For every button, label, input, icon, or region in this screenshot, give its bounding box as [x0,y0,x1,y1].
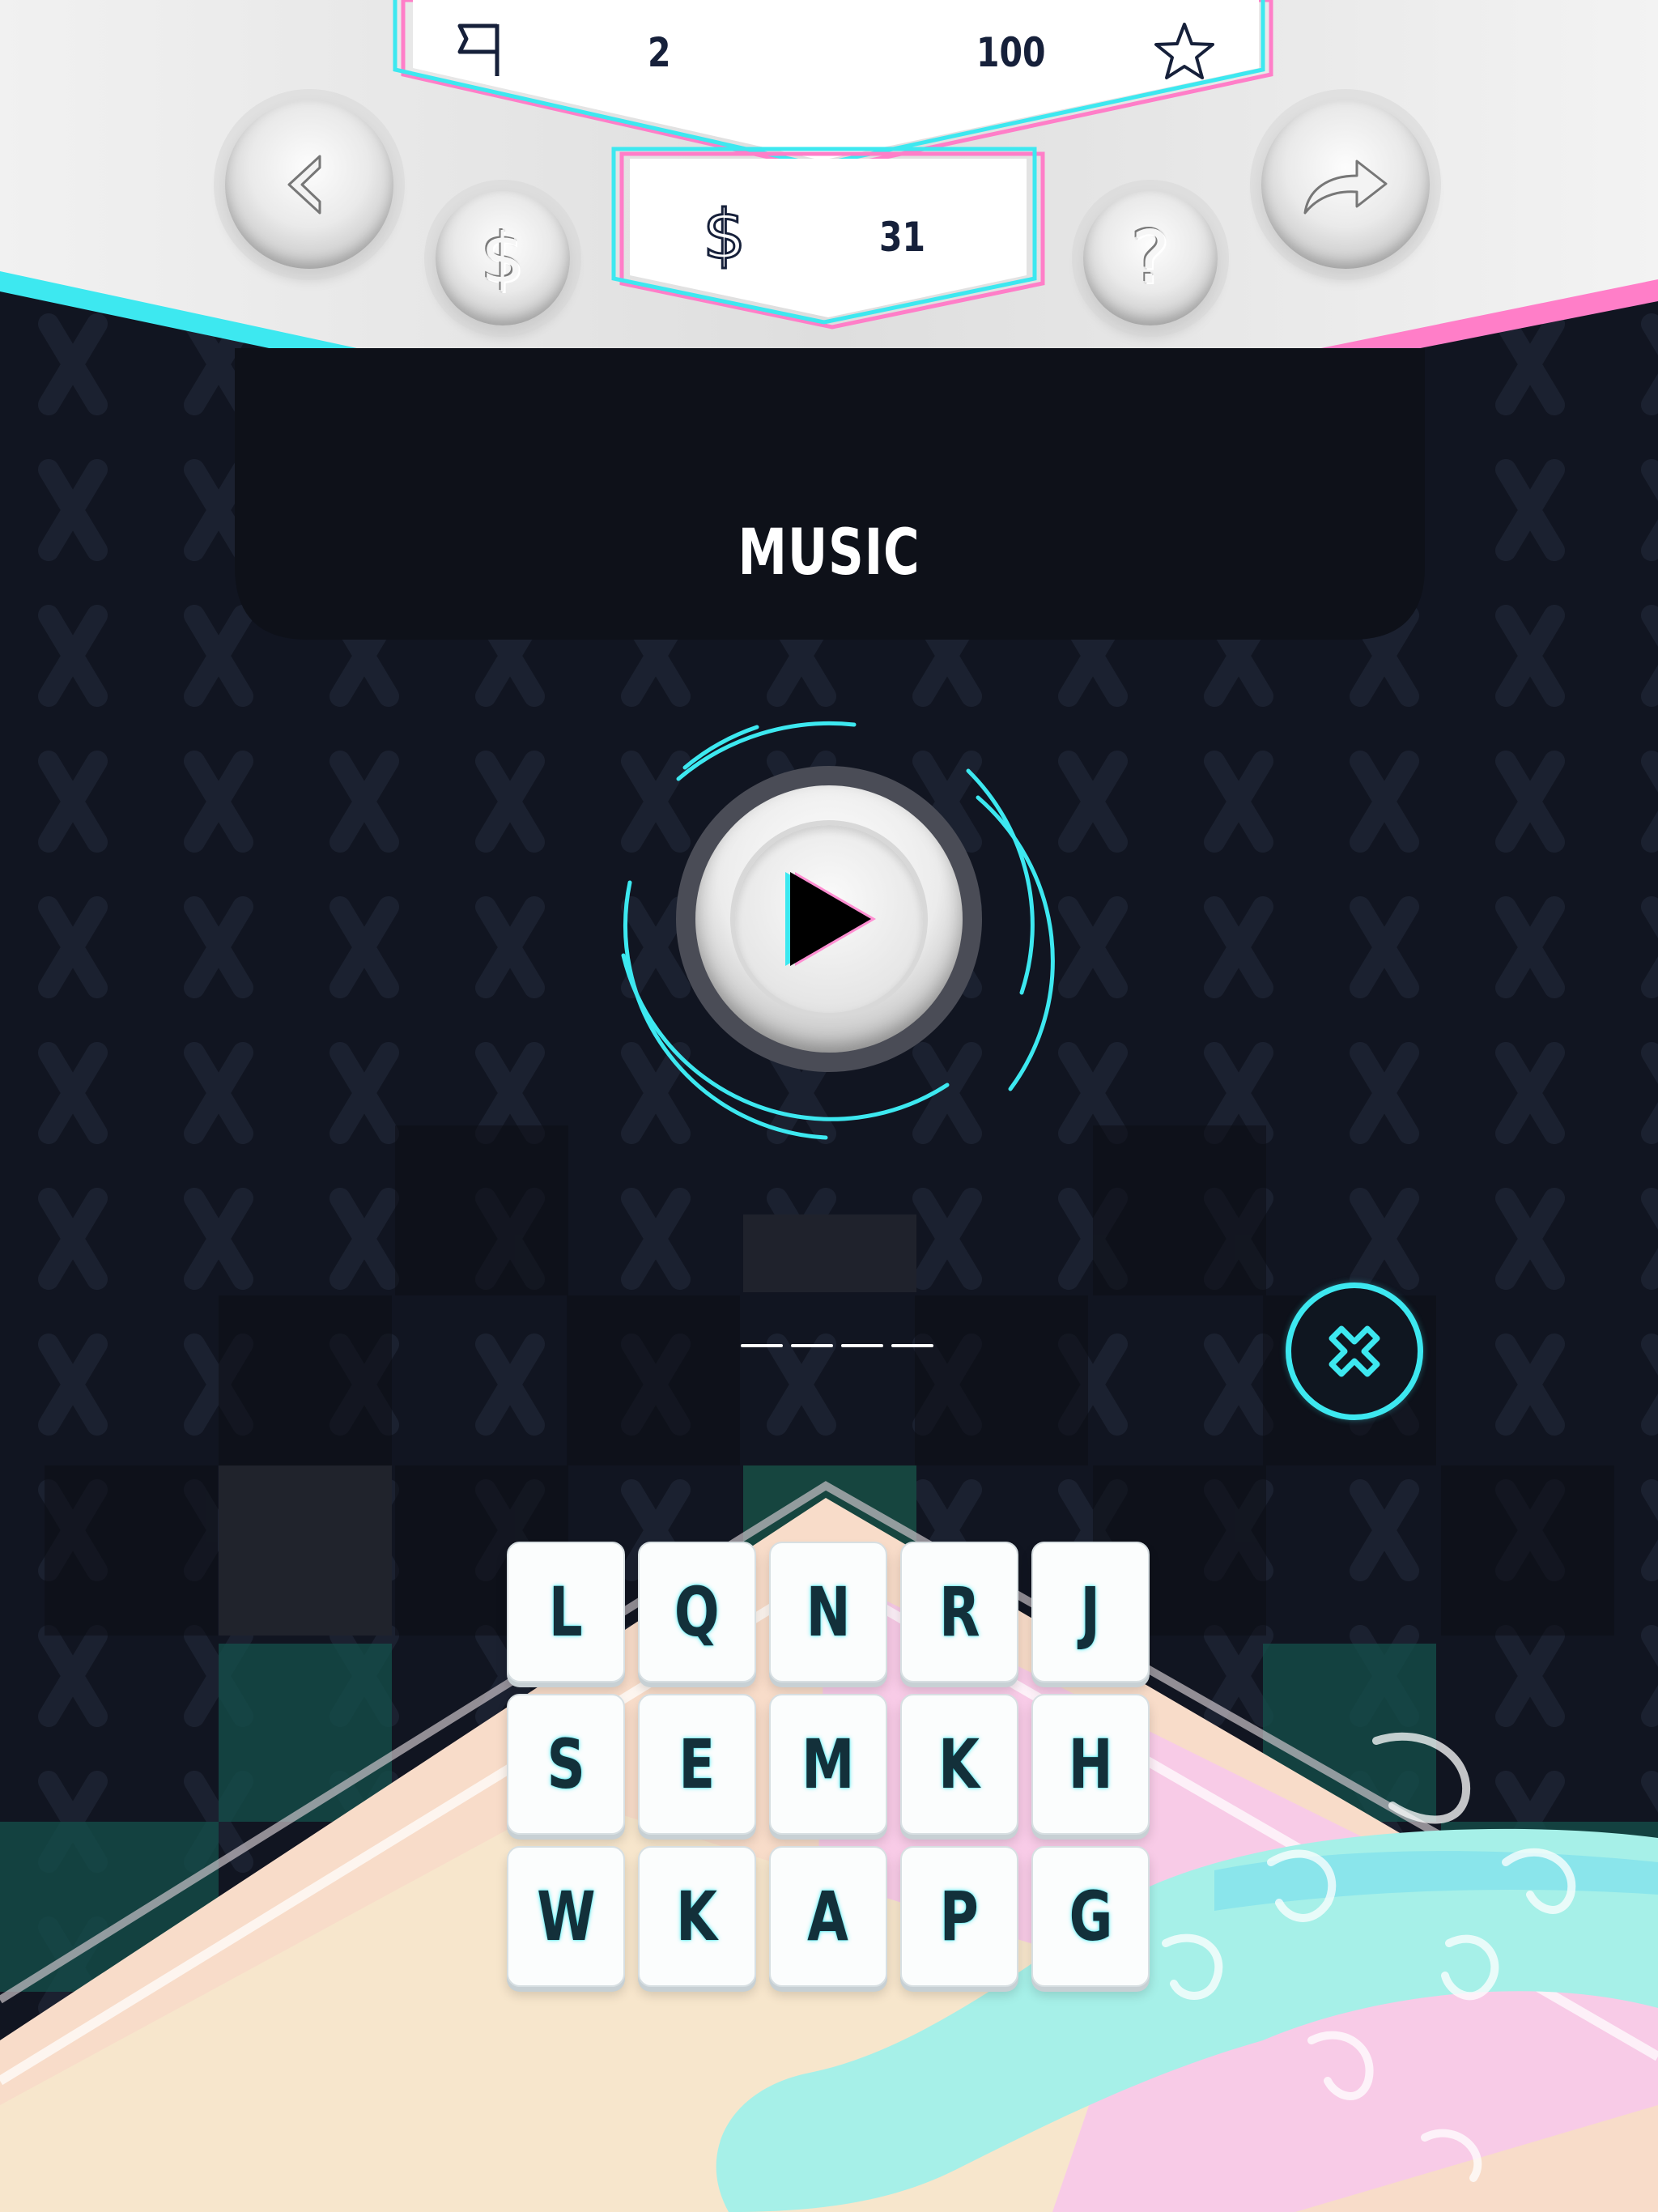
letter-tile[interactable]: K [638,1846,756,1987]
letter-tile[interactable]: Q [638,1542,756,1682]
answer-slot[interactable] [841,1344,883,1347]
letter-tile[interactable]: S [507,1694,625,1835]
letter-tile-label: A [807,1877,849,1956]
letter-tile[interactable]: W [507,1846,625,1987]
letter-tile-label: L [549,1572,583,1652]
share-button[interactable] [1261,100,1430,269]
letter-tile[interactable]: G [1031,1846,1150,1987]
letter-tile[interactable]: R [900,1542,1018,1682]
letter-tile-label: G [1069,1877,1112,1956]
question-icon: ? [1131,215,1170,300]
letter-tile-label: Q [674,1572,720,1652]
shop-button[interactable]: $ [436,191,570,325]
letter-tile[interactable]: H [1031,1694,1150,1835]
letter-tile-label: N [806,1572,851,1652]
letter-tile-label: P [939,1877,980,1956]
letter-tile-label: M [801,1725,855,1804]
dollar-icon: $ [701,195,746,274]
letter-tile-label: K [938,1725,980,1804]
letter-tile-label: E [678,1725,716,1804]
chevron-left-icon [287,155,321,215]
letter-tile[interactable]: L [507,1542,625,1682]
star-icon [1154,23,1214,79]
hint-button[interactable]: ? [1083,191,1218,325]
score-value: 100 [976,29,1046,76]
flag-icon [457,23,500,76]
play-button[interactable] [676,766,982,1072]
close-icon [1329,1325,1380,1377]
letter-tile[interactable]: A [769,1846,887,1987]
letter-tile[interactable]: M [769,1694,887,1835]
play-icon [785,872,876,966]
letter-tile[interactable]: P [900,1846,1018,1987]
letter-tile-label: W [536,1877,596,1956]
answer-slot[interactable] [741,1344,783,1347]
letter-tile[interactable]: E [638,1694,756,1835]
share-arrow-icon [1303,160,1388,215]
answer-slots [741,1344,933,1347]
letter-tile[interactable]: N [769,1542,887,1682]
letter-grid: L Q N R J S E M K H W K A P G [507,1542,1154,1987]
answer-slot[interactable] [891,1344,933,1347]
category-title: MUSIC [738,517,920,589]
level-value: 2 [648,29,671,76]
answer-slot[interactable] [791,1344,833,1347]
letter-tile-label: S [546,1725,585,1804]
letter-tile-label: R [938,1572,980,1652]
clear-answer-button[interactable] [1286,1283,1423,1420]
back-button[interactable] [225,100,393,269]
letter-tile[interactable]: J [1031,1542,1150,1682]
coin-value: 31 [879,214,926,261]
letter-tile-label: H [1068,1725,1113,1804]
dollar-icon: $ [481,219,525,298]
letter-tile-label: J [1080,1572,1101,1652]
play-button-inner [735,825,923,1013]
letter-tile[interactable]: K [900,1694,1018,1835]
letter-tile-label: K [676,1877,718,1956]
play-button-face [695,785,963,1053]
